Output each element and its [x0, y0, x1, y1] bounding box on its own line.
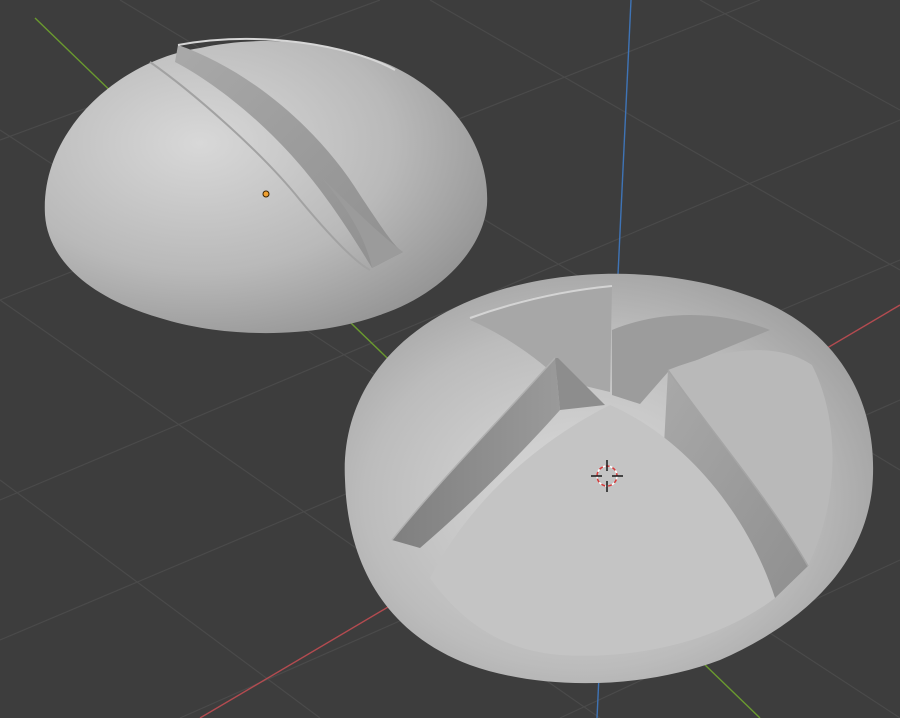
- viewport-canvas[interactable]: [0, 0, 900, 718]
- origin-dot[interactable]: [262, 190, 270, 198]
- 3d-viewport[interactable]: [0, 0, 900, 718]
- dome-single-slot[interactable]: [44, 38, 488, 334]
- dome-cross-slot[interactable]: [344, 273, 874, 684]
